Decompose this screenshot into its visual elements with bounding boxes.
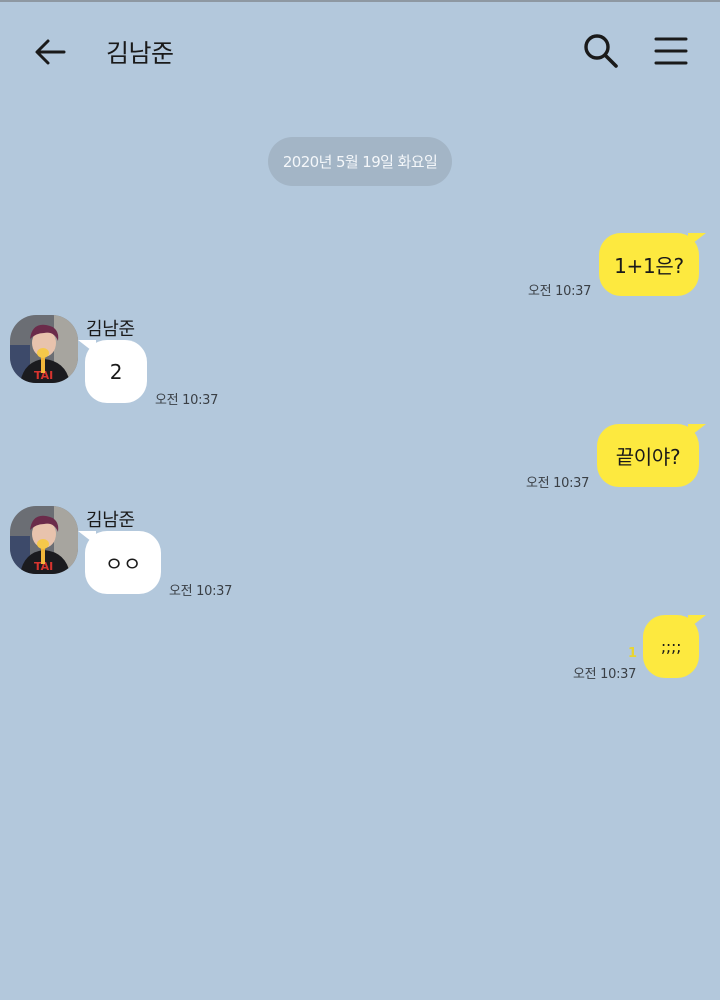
menu-button[interactable] xyxy=(648,28,694,74)
my-message-bubble[interactable]: ;;;; xyxy=(643,615,706,678)
message-text: 2 xyxy=(109,359,123,384)
date-separator: 2020년 5월 19일 화요일 xyxy=(268,137,452,186)
message-text: ㅇㅇ xyxy=(104,552,142,576)
chat-header: 김남준 xyxy=(0,2,720,102)
back-button[interactable] xyxy=(28,30,72,74)
avatar[interactable]: TAI xyxy=(10,315,78,383)
message-time: 오전 10:37 xyxy=(169,584,233,599)
hamburger-menu-icon xyxy=(654,37,688,65)
other-message-bubble[interactable]: 2 xyxy=(78,340,147,403)
avatar[interactable]: TAI xyxy=(10,506,78,574)
search-icon xyxy=(584,34,618,68)
search-button[interactable] xyxy=(578,28,624,74)
message-text: 1+1은? xyxy=(614,254,684,278)
message-text: 끝이야? xyxy=(615,445,681,469)
other-message-bubble[interactable]: ㅇㅇ xyxy=(78,531,161,594)
chat-title: 김남준 xyxy=(106,39,174,68)
message-time: 오전 10:37 xyxy=(155,393,219,408)
date-text: 2020년 5월 19일 화요일 xyxy=(282,153,438,171)
unread-count: 1 xyxy=(628,646,638,661)
message-text: ;;;; xyxy=(660,637,682,656)
message-time: 오전 10:37 xyxy=(526,476,590,491)
my-message-bubble[interactable]: 1+1은? xyxy=(599,233,706,296)
profile-photo-icon: TAI xyxy=(10,315,78,383)
my-message-bubble[interactable]: 끝이야? xyxy=(597,424,706,487)
message-time: 오전 10:37 xyxy=(573,667,637,682)
sender-name: 김남준 xyxy=(86,319,135,340)
profile-photo-icon: TAI xyxy=(10,506,78,574)
sender-name: 김남준 xyxy=(86,510,135,531)
message-time: 오전 10:37 xyxy=(528,284,592,299)
arrow-left-icon xyxy=(35,39,66,65)
